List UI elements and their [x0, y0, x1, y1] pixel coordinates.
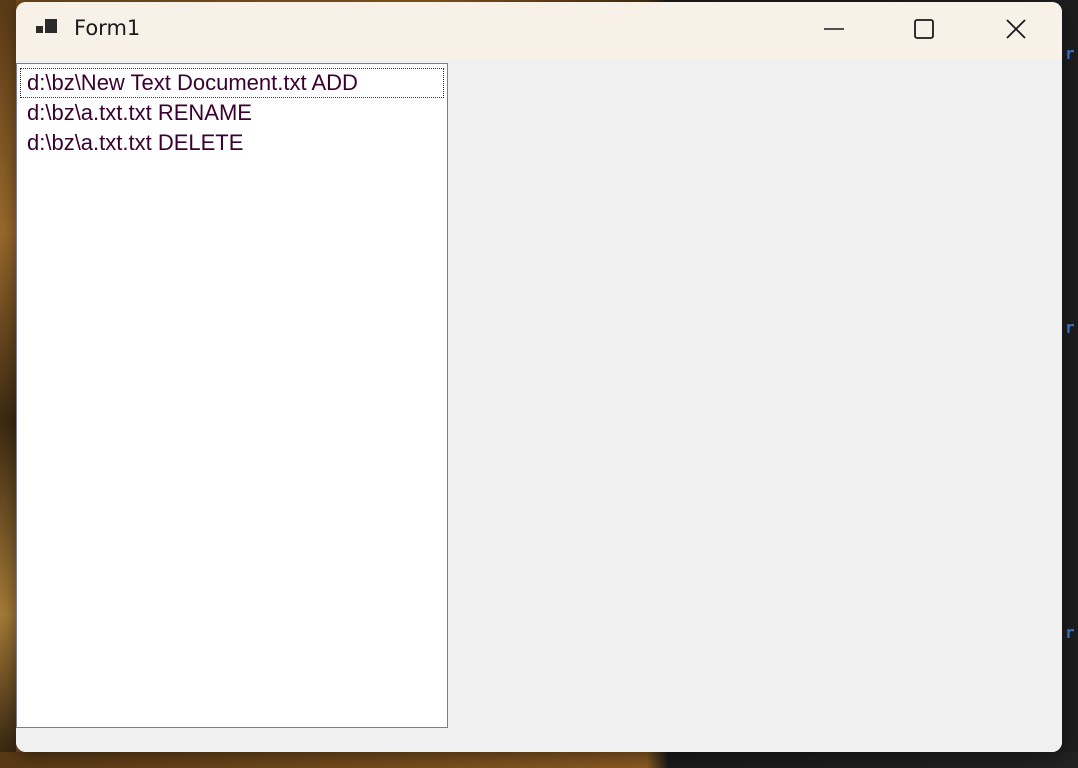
minimize-icon: [823, 18, 845, 44]
list-item-label: d:\bz\a.txt.txt DELETE: [27, 130, 244, 155]
background-code-glyph: r: [1065, 318, 1075, 337]
file-events-listbox[interactable]: d:\bz\New Text Document.txt ADD d:\bz\a.…: [16, 63, 448, 728]
list-item[interactable]: d:\bz\New Text Document.txt ADD: [20, 68, 444, 98]
title-bar[interactable]: Form1: [16, 2, 1062, 60]
desktop-background-left: [0, 0, 16, 768]
maximize-button[interactable]: [878, 2, 970, 60]
background-code-glyph: r: [1065, 623, 1075, 642]
close-icon: [1005, 18, 1027, 44]
form-client-area: d:\bz\New Text Document.txt ADD d:\bz\a.…: [16, 60, 1062, 752]
background-code-glyph: r: [1065, 44, 1075, 63]
maximize-icon: [913, 18, 935, 44]
list-item[interactable]: d:\bz\a.txt.txt DELETE: [20, 128, 444, 158]
minimize-button[interactable]: [788, 2, 880, 60]
list-item-label: d:\bz\a.txt.txt RENAME: [27, 100, 252, 125]
form-window: Form1 d:\bz\New Text Document.txt ADD d:…: [16, 2, 1062, 752]
desktop-background-right: r r r: [1062, 0, 1078, 768]
app-icon[interactable]: [35, 18, 61, 40]
close-button[interactable]: [970, 2, 1062, 60]
desktop-background-bottom: [0, 752, 1078, 768]
window-title: Form1: [74, 16, 141, 40]
list-item[interactable]: d:\bz\a.txt.txt RENAME: [20, 98, 444, 128]
list-item-label: d:\bz\New Text Document.txt ADD: [27, 70, 358, 95]
